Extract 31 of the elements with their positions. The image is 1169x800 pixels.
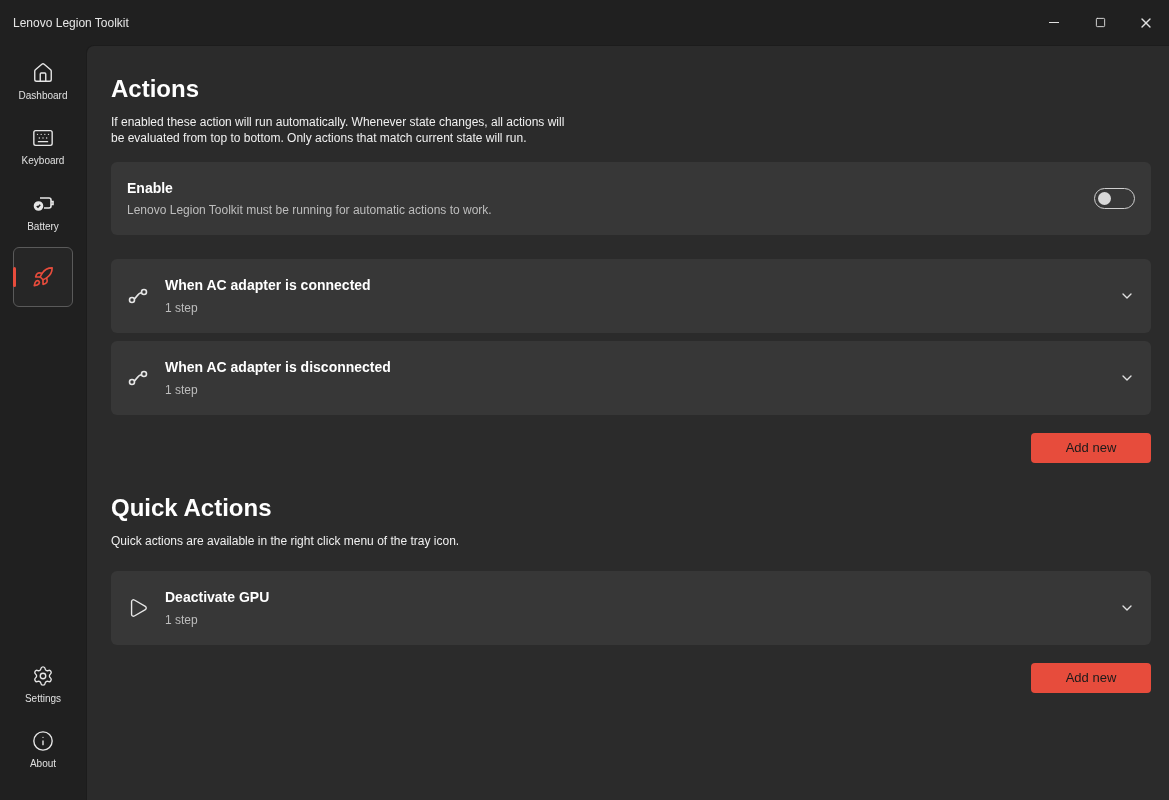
section-title: Actions bbox=[111, 74, 200, 104]
nav-item[interactable]: Battery bbox=[13, 182, 73, 242]
step-count: 1 step bbox=[165, 300, 199, 317]
nav-item[interactable]: Settings bbox=[13, 655, 73, 715]
section-title: Quick Actions bbox=[111, 493, 273, 523]
add-new-button[interactable]: Add new bbox=[1031, 433, 1151, 463]
rocket-icon bbox=[32, 266, 54, 288]
settings-icon bbox=[32, 664, 54, 687]
home-icon bbox=[32, 61, 54, 84]
nav-item[interactable]: Dashboard bbox=[13, 52, 73, 112]
minimize-icon bbox=[1049, 22, 1059, 23]
nav-item[interactable]: Keyboard bbox=[13, 117, 73, 177]
window-title: Lenovo Legion Toolkit bbox=[13, 14, 129, 32]
action-title: When AC adapter is disconnected bbox=[165, 358, 392, 377]
step-count: 1 step bbox=[165, 382, 199, 399]
setting-title: Enable bbox=[127, 179, 174, 198]
info-icon bbox=[32, 729, 54, 752]
setting-subtitle: Lenovo Legion Toolkit must be running for automatic actions to work. bbox=[127, 202, 493, 219]
maximize-icon bbox=[1094, 17, 1106, 28]
action-title: Deactivate GPU bbox=[165, 588, 271, 607]
selection-indicator bbox=[13, 267, 16, 287]
nav-item[interactable] bbox=[13, 247, 73, 307]
step-count: 1 step bbox=[165, 612, 199, 629]
action-card[interactable]: Deactivate GPU 1 step bbox=[111, 571, 1151, 645]
action-title: When AC adapter is connected bbox=[165, 276, 372, 295]
section-description: Quick actions are available in the right click menu of the tray icon. bbox=[111, 533, 461, 549]
nav-item[interactable]: About bbox=[13, 720, 73, 780]
section-description: If enabled these action will run automatically. Whenever state changes, all actions will be evaluated from top to bottom. Only actions that match current state will run. bbox=[111, 114, 566, 146]
action-card[interactable]: When AC adapter is connected 1 step bbox=[111, 259, 1151, 333]
add-new-button[interactable]: Add new bbox=[1031, 663, 1151, 693]
action-card[interactable]: When AC adapter is disconnected 1 step bbox=[111, 341, 1151, 415]
